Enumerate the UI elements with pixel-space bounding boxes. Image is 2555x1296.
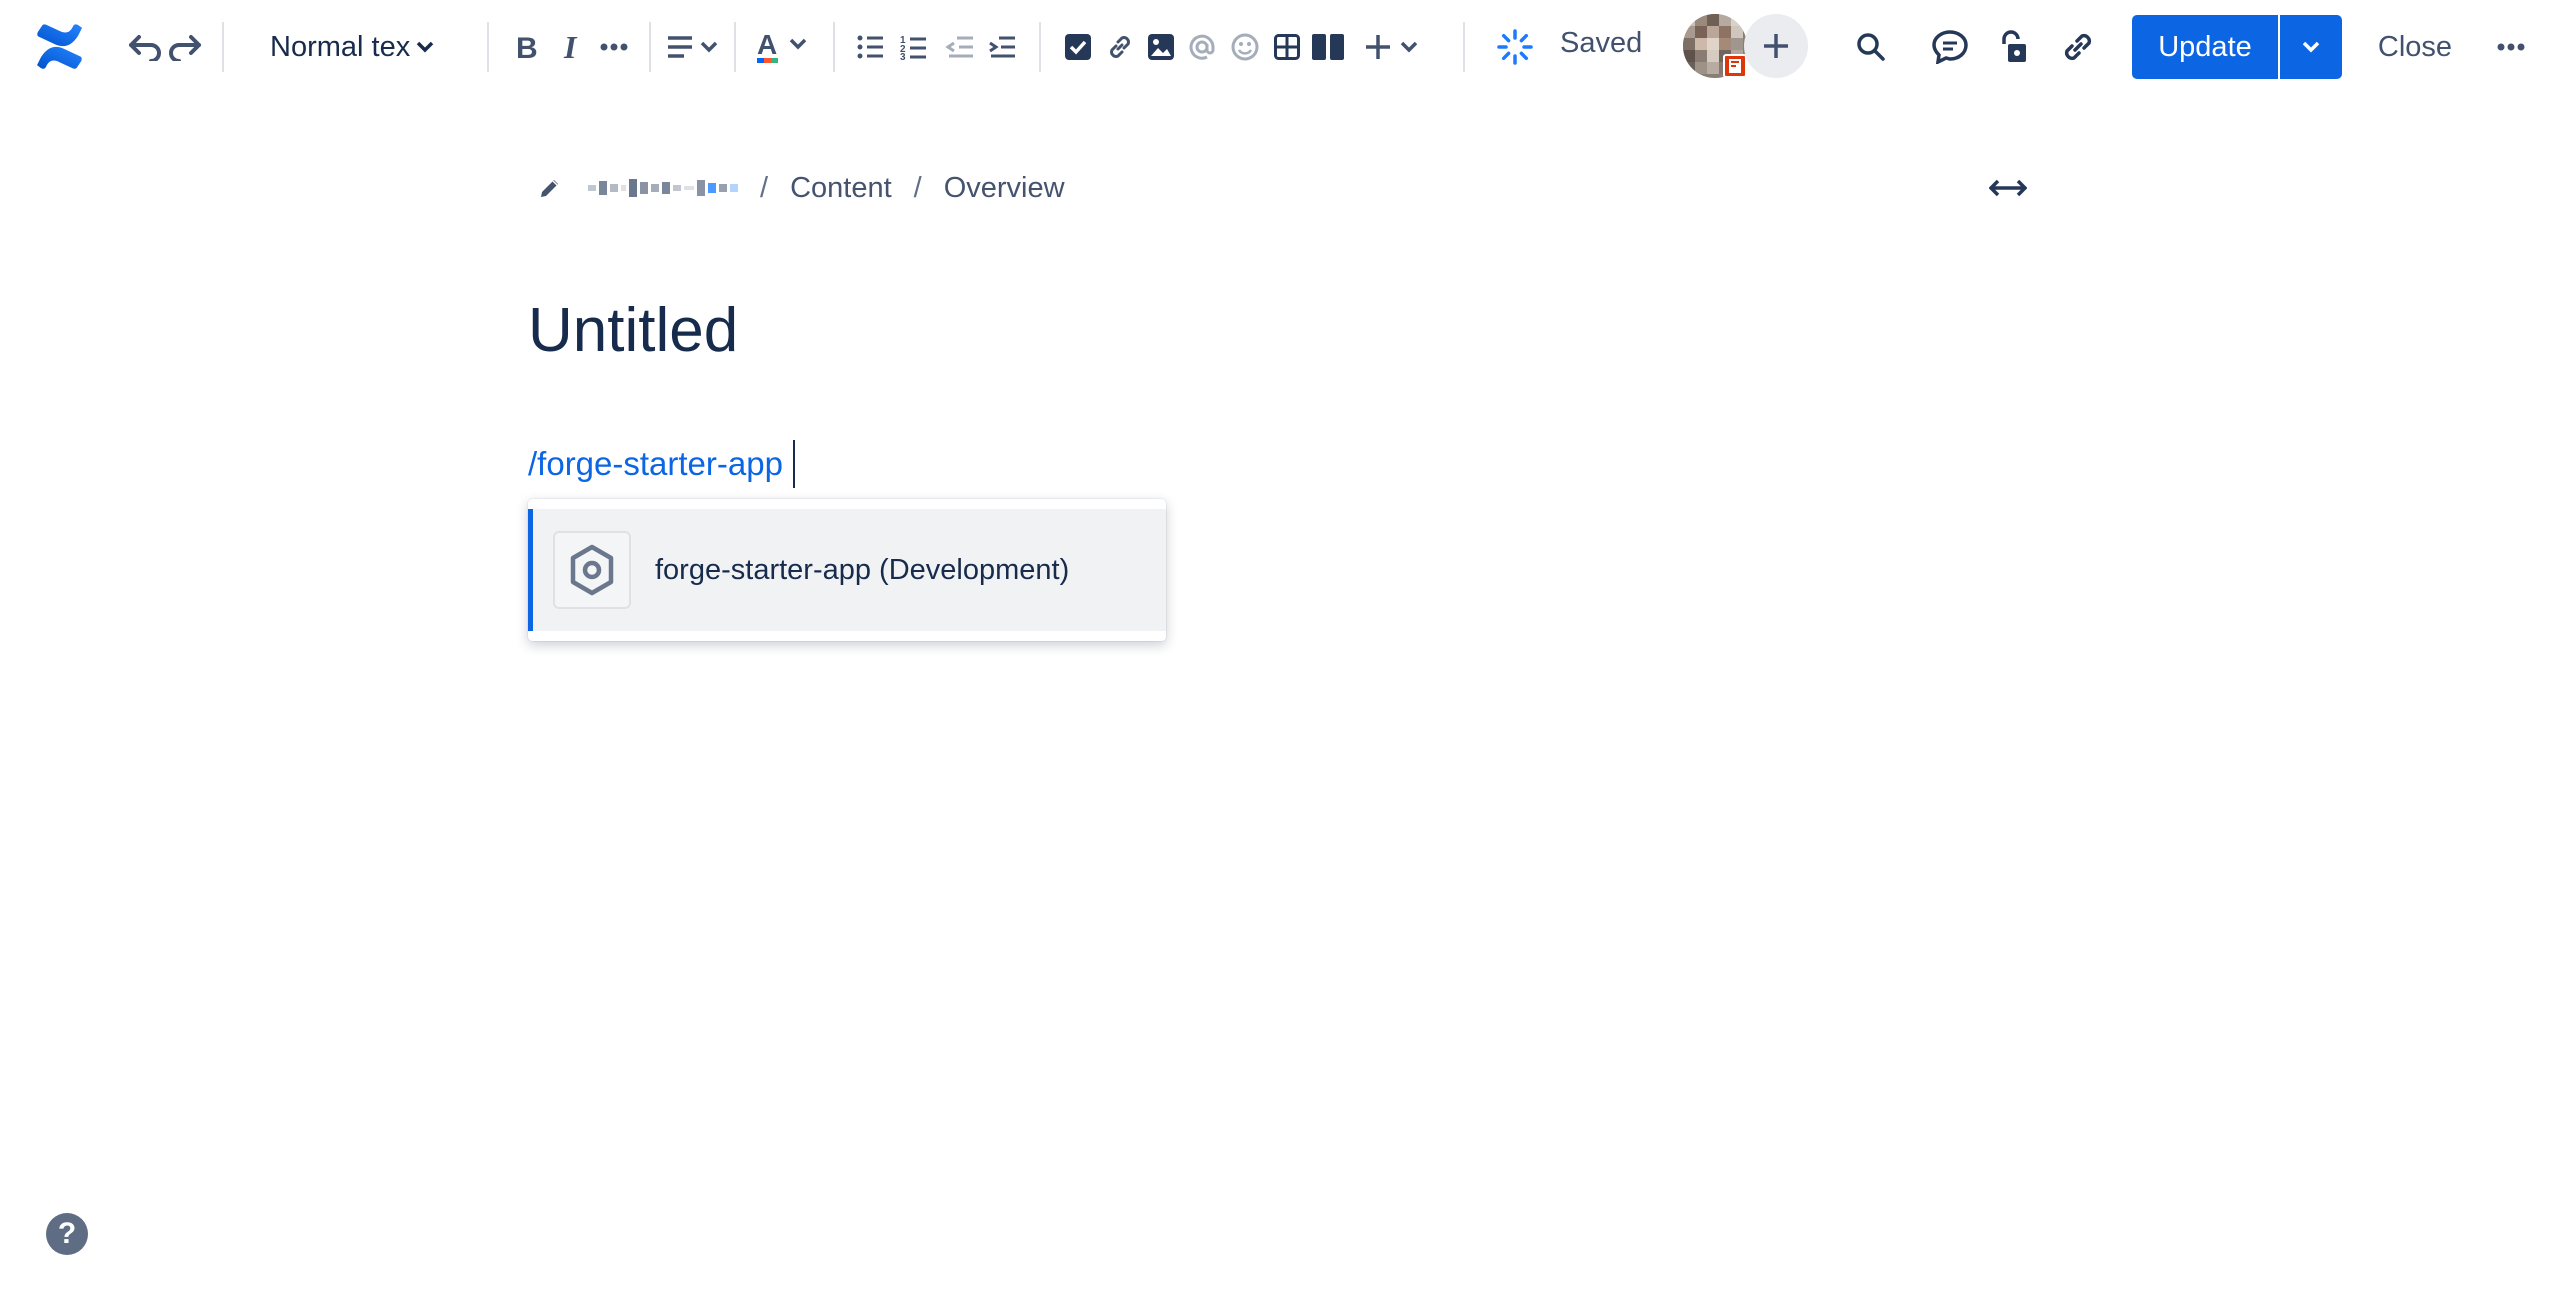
saved-status: Saved (1560, 27, 1643, 59)
breadcrumb: / Content / Overview (538, 168, 1065, 208)
text-color-icon[interactable]: A (755, 30, 811, 64)
text-style-label: Normal text (270, 30, 410, 63)
pencil-icon (538, 176, 568, 200)
align-icon[interactable] (666, 35, 720, 59)
restrictions-icon[interactable] (1996, 30, 2028, 64)
bold-icon[interactable]: B (514, 32, 540, 62)
forge-app-icon (553, 531, 631, 609)
text-style-dropdown[interactable]: Normal text (270, 26, 446, 68)
search-icon[interactable] (1856, 32, 1886, 62)
svg-text:3: 3 (900, 52, 906, 60)
numbered-list-icon[interactable]: 123 (900, 34, 928, 60)
slash-command-input[interactable]: /forge-starter-app (528, 440, 795, 488)
breadcrumb-item-overview[interactable]: Overview (944, 172, 1065, 205)
breadcrumb-item-content[interactable]: Content (790, 172, 892, 205)
bullet-list-icon[interactable] (857, 35, 885, 59)
redo-icon[interactable] (167, 33, 203, 61)
plus-icon (1764, 34, 1788, 58)
copy-link-icon[interactable] (2060, 29, 2096, 65)
table-icon[interactable] (1274, 34, 1300, 60)
slash-command-text: /forge-starter-app (528, 445, 783, 482)
chevron-down-icon (2302, 41, 2320, 53)
comment-icon[interactable] (1932, 30, 1968, 64)
undo-icon[interactable] (127, 33, 163, 61)
more-formatting-icon[interactable] (600, 43, 628, 51)
typeahead-item[interactable]: forge-starter-app (Development) (528, 509, 1166, 631)
emoji-icon[interactable] (1231, 33, 1259, 61)
layout-icon[interactable] (1312, 34, 1344, 60)
full-width-toggle-icon[interactable] (1988, 172, 2028, 204)
typeahead-item-label: forge-starter-app (Development) (655, 553, 1070, 586)
svg-text:B: B (516, 32, 538, 62)
loading-icon (1496, 28, 1534, 66)
indent-icon[interactable] (987, 35, 1017, 59)
update-button[interactable]: Update (2132, 15, 2278, 79)
svg-text:I: I (563, 32, 578, 62)
breadcrumb-space-redacted[interactable] (588, 173, 738, 203)
link-icon[interactable] (1105, 32, 1135, 62)
text-cursor (792, 440, 795, 488)
help-icon[interactable]: ? (46, 1213, 88, 1255)
task-icon[interactable] (1065, 34, 1091, 60)
svg-text:A: A (757, 30, 777, 60)
outdent-icon[interactable] (945, 35, 975, 59)
insert-icon[interactable] (1366, 33, 1422, 61)
italic-icon[interactable]: I (561, 32, 583, 62)
confluence-logo-icon[interactable] (36, 23, 84, 71)
editor-toolbar: Normal text B I A 123 Saved Update Close (0, 0, 2555, 94)
chevron-down-icon (416, 41, 434, 53)
invite-button[interactable] (1744, 14, 1808, 78)
typeahead-menu: forge-starter-app (Development) (528, 499, 1166, 641)
page-title[interactable]: Untitled (528, 295, 738, 366)
close-button[interactable]: Close (2360, 15, 2470, 79)
status-badge (1723, 54, 1747, 78)
update-options-button[interactable] (2280, 15, 2342, 79)
image-icon[interactable] (1148, 34, 1174, 60)
more-icon[interactable] (2497, 43, 2525, 51)
mention-icon[interactable] (1188, 33, 1216, 61)
